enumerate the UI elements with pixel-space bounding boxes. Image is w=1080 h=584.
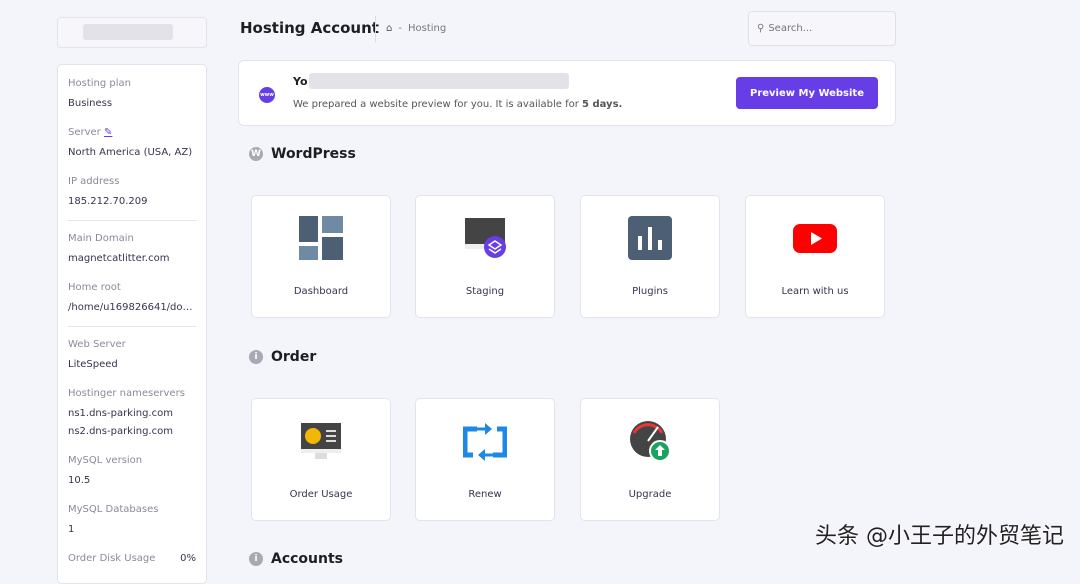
card-label: Staging	[465, 286, 505, 297]
account-selector[interactable]	[57, 17, 207, 48]
disk-usage-row: Order Disk Usage 0%	[68, 553, 196, 564]
domain-label: Main Domain	[68, 233, 134, 244]
card-label: Renew	[468, 489, 502, 500]
order-usage-icon	[301, 423, 341, 459]
wordpress-section-title: W WordPress	[249, 146, 356, 162]
accounts-section-title: i Accounts	[249, 551, 343, 567]
card-label: Upgrade	[628, 489, 672, 500]
domain-value: magnetcatlitter.com	[68, 253, 170, 264]
mysql-db-label: MySQL Databases	[68, 504, 159, 515]
breadcrumb-sep: -	[398, 23, 402, 34]
card-label: Learn with us	[781, 286, 849, 297]
search-input[interactable]	[768, 23, 879, 34]
plan-value: Business	[68, 98, 113, 109]
card-label: Order Usage	[289, 489, 353, 500]
card-order-usage[interactable]: Order Usage	[251, 398, 391, 521]
youtube-icon	[793, 224, 837, 253]
wordpress-icon: W	[249, 147, 263, 161]
mysql-db-value: 1	[68, 524, 75, 535]
home-root-label: Home root	[68, 282, 121, 293]
renew-icon	[463, 423, 507, 461]
server-label: Server ✎	[68, 127, 113, 138]
ip-label: IP address	[68, 176, 120, 187]
staging-icon	[465, 218, 506, 258]
card-learn[interactable]: Learn with us	[745, 195, 885, 318]
preview-banner: www Yo We prepared a website preview for…	[238, 60, 896, 126]
card-renew[interactable]: Renew	[415, 398, 555, 521]
card-staging[interactable]: Staging	[415, 195, 555, 318]
nameservers-label: Hostinger nameservers	[68, 388, 185, 399]
card-upgrade[interactable]: Upgrade	[580, 398, 720, 521]
card-plugins[interactable]: Plugins	[580, 195, 720, 318]
card-label: Dashboard	[293, 286, 349, 297]
server-value: North America (USA, AZ)	[68, 147, 193, 158]
home-icon[interactable]: ⌂	[386, 16, 392, 42]
plan-label: Hosting plan	[68, 78, 132, 89]
dashboard-icon	[299, 216, 343, 260]
watermark: 头条 @小王子的外贸笔记	[815, 524, 1064, 549]
info-icon: i	[249, 552, 263, 566]
page-title: Hosting Account	[240, 19, 379, 37]
www-icon: www	[259, 87, 275, 103]
info-icon: i	[249, 350, 263, 364]
redacted-blur	[309, 73, 569, 89]
edit-pencil-icon[interactable]: ✎	[104, 127, 112, 138]
preview-website-button[interactable]: Preview My Website	[736, 77, 878, 109]
card-dashboard[interactable]: Dashboard	[251, 195, 391, 318]
redacted-blur	[83, 24, 173, 40]
mysql-version-label: MySQL version	[68, 455, 143, 466]
web-server-label: Web Server	[68, 339, 126, 350]
banner-text: We prepared a website preview for you. I…	[293, 99, 623, 110]
plugins-icon	[628, 216, 672, 260]
card-label: Plugins	[632, 286, 668, 297]
search-icon: ⚲	[757, 23, 765, 34]
nameserver-2: ns2.dns-parking.com	[68, 426, 173, 437]
nameserver-1: ns1.dns-parking.com	[68, 408, 173, 419]
search-box[interactable]: ⚲	[748, 11, 896, 46]
breadcrumb: ⌂ - Hosting	[375, 16, 446, 42]
breadcrumb-hosting[interactable]: Hosting	[408, 16, 446, 42]
upgrade-gauge-icon	[630, 421, 671, 462]
web-server-value: LiteSpeed	[68, 359, 118, 370]
order-section-title: i Order	[249, 349, 316, 365]
divider	[68, 326, 196, 327]
hosting-info-sidebar: Hosting plan Business Server ✎ North Ame…	[57, 64, 207, 584]
divider	[68, 220, 196, 221]
mysql-version-value: 10.5	[68, 475, 91, 486]
banner-title: Yo	[293, 75, 308, 88]
